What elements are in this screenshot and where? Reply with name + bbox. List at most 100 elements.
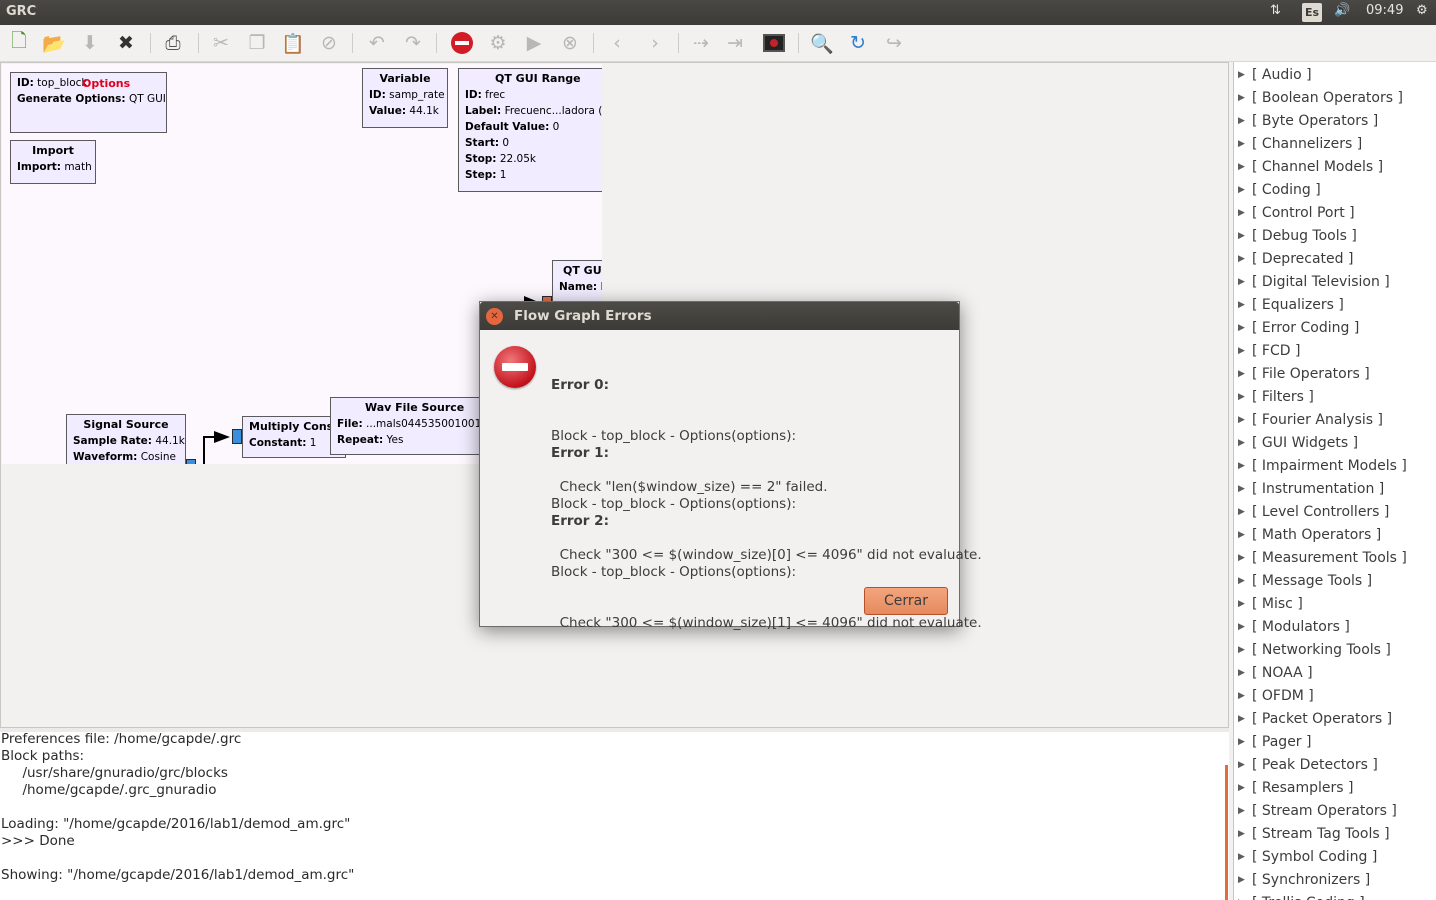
expander-arrow-icon[interactable]: ▶ [1238, 116, 1252, 126]
dialog-titlebar[interactable]: ✕ Flow Graph Errors [480, 302, 959, 330]
expander-arrow-icon[interactable]: ▶ [1238, 852, 1252, 862]
close-icon[interactable]: ✖ [113, 30, 139, 56]
rotate-cw-icon[interactable]: › [642, 30, 668, 56]
rotate-ccw-icon[interactable]: ‹ [604, 30, 630, 56]
tree-category[interactable]: ▶[ Resamplers ] [1238, 776, 1354, 799]
bypass-icon[interactable]: ↪ [881, 30, 907, 56]
expander-arrow-icon[interactable]: ▶ [1238, 530, 1252, 540]
tree-category[interactable]: ▶[ File Operators ] [1238, 362, 1370, 385]
expander-arrow-icon[interactable]: ▶ [1238, 277, 1252, 287]
expander-arrow-icon[interactable]: ▶ [1238, 415, 1252, 425]
expander-arrow-icon[interactable]: ▶ [1238, 783, 1252, 793]
tree-category[interactable]: ▶[ Level Controllers ] [1238, 500, 1389, 523]
expander-arrow-icon[interactable]: ▶ [1238, 875, 1252, 885]
volume-icon[interactable]: 🔊 [1334, 3, 1350, 18]
tree-category[interactable]: ▶[ Control Port ] [1238, 201, 1355, 224]
expander-arrow-icon[interactable]: ▶ [1238, 346, 1252, 356]
expander-arrow-icon[interactable]: ▶ [1238, 622, 1252, 632]
paste-icon[interactable]: 📋 [280, 30, 306, 56]
expander-arrow-icon[interactable]: ▶ [1238, 576, 1252, 586]
expander-arrow-icon[interactable]: ▶ [1238, 760, 1252, 770]
tree-category[interactable]: ▶[ Impairment Models ] [1238, 454, 1407, 477]
undo-icon[interactable]: ↶ [364, 30, 390, 56]
tree-category[interactable]: ▶[ Channel Models ] [1238, 155, 1383, 178]
expander-arrow-icon[interactable]: ▶ [1238, 185, 1252, 195]
tree-category[interactable]: ▶[ Misc ] [1238, 592, 1303, 615]
expander-arrow-icon[interactable]: ▶ [1238, 599, 1252, 609]
screenshot-icon[interactable] [761, 30, 787, 56]
expander-arrow-icon[interactable]: ▶ [1238, 208, 1252, 218]
expander-arrow-icon[interactable]: ▶ [1238, 93, 1252, 103]
expander-arrow-icon[interactable]: ▶ [1238, 438, 1252, 448]
tree-category[interactable]: ▶[ Audio ] [1238, 63, 1312, 86]
delete-icon[interactable]: ⊘ [316, 30, 342, 56]
generate-icon[interactable]: ⚙ [485, 30, 511, 56]
errors-icon[interactable] [449, 30, 475, 56]
tree-category[interactable]: ▶[ Deprecated ] [1238, 247, 1353, 270]
tree-category[interactable]: ▶[ Equalizers ] [1238, 293, 1344, 316]
expander-arrow-icon[interactable]: ▶ [1238, 70, 1252, 80]
expander-arrow-icon[interactable]: ▶ [1238, 806, 1252, 816]
tree-category[interactable]: ▶[ Filters ] [1238, 385, 1314, 408]
clock[interactable]: 09:49 [1366, 3, 1403, 18]
settings-gear-icon[interactable]: ⚙ [1416, 3, 1428, 18]
tree-category[interactable]: ▶[ Channelizers ] [1238, 132, 1362, 155]
expander-arrow-icon[interactable]: ▶ [1238, 254, 1252, 264]
expander-arrow-icon[interactable]: ▶ [1238, 300, 1252, 310]
tree-category[interactable]: ▶[ Instrumentation ] [1238, 477, 1384, 500]
expander-arrow-icon[interactable]: ▶ [1238, 737, 1252, 747]
import-block[interactable]: Import Import: math [10, 140, 96, 184]
expander-arrow-icon[interactable]: ▶ [1238, 507, 1252, 517]
tree-category[interactable]: ▶[ Packet Operators ] [1238, 707, 1392, 730]
expander-arrow-icon[interactable]: ▶ [1238, 829, 1252, 839]
tree-category[interactable]: ▶[ Pager ] [1238, 730, 1311, 753]
expander-arrow-icon[interactable]: ▶ [1238, 323, 1252, 333]
expander-arrow-icon[interactable]: ▶ [1238, 714, 1252, 724]
expander-arrow-icon[interactable]: ▶ [1238, 668, 1252, 678]
keyboard-layout-indicator[interactable]: Es [1302, 3, 1322, 22]
tree-category[interactable]: ▶[ NOAA ] [1238, 661, 1313, 684]
tree-category[interactable]: ▶[ Stream Operators ] [1238, 799, 1397, 822]
wav-file-source-block[interactable]: Wav File Source File: ...mals04453500100… [330, 397, 490, 455]
tree-category[interactable]: ▶[ GUI Widgets ] [1238, 431, 1358, 454]
save-icon[interactable]: ⬇ [77, 30, 103, 56]
tree-category[interactable]: ▶[ Synchronizers ] [1238, 868, 1370, 891]
reload-icon[interactable]: ↻ [845, 30, 871, 56]
input-port[interactable] [232, 429, 242, 444]
enable-icon[interactable]: ⇢ [688, 30, 714, 56]
console-output[interactable]: Preferences file: /home/gcapde/.grc Bloc… [0, 732, 1229, 900]
tree-category[interactable]: ▶[ Coding ] [1238, 178, 1321, 201]
tree-category[interactable]: ▶[ Symbol Coding ] [1238, 845, 1377, 868]
qt-gui-range-block[interactable]: QT GUI Range ID: frec Label: Frecuenc...… [458, 68, 602, 192]
new-icon[interactable]: 🗋 [6, 30, 32, 56]
network-icon[interactable]: ⇅ [1270, 3, 1281, 18]
signal-source-block[interactable]: Signal Source Sample Rate: 44.1k Wavefor… [66, 414, 186, 464]
cerrar-button[interactable]: Cerrar [864, 587, 948, 615]
tree-category[interactable]: ▶[ Boolean Operators ] [1238, 86, 1403, 109]
redo-icon[interactable]: ↷ [400, 30, 426, 56]
tree-category[interactable]: ▶[ Byte Operators ] [1238, 109, 1378, 132]
tree-category[interactable]: ▶[ Networking Tools ] [1238, 638, 1391, 661]
copy-icon[interactable]: ❐ [244, 30, 270, 56]
expander-arrow-icon[interactable]: ▶ [1238, 231, 1252, 241]
options-block[interactable]: Options ID: top_block Generate Options: … [10, 72, 167, 133]
tree-category[interactable]: ▶[ Modulators ] [1238, 615, 1350, 638]
tree-category[interactable]: ▶[ Digital Television ] [1238, 270, 1390, 293]
tree-category[interactable]: ▶[ Trellis Coding ] [1238, 891, 1365, 900]
expander-arrow-icon[interactable]: ▶ [1238, 645, 1252, 655]
expander-arrow-icon[interactable]: ▶ [1238, 553, 1252, 563]
expander-arrow-icon[interactable]: ▶ [1238, 484, 1252, 494]
tree-category[interactable]: ▶[ Measurement Tools ] [1238, 546, 1407, 569]
print-icon[interactable]: ⎙ [160, 30, 186, 56]
tree-category[interactable]: ▶[ Fourier Analysis ] [1238, 408, 1383, 431]
close-icon[interactable]: ✕ [486, 308, 503, 325]
tree-category[interactable]: ▶[ FCD ] [1238, 339, 1300, 362]
variable-block[interactable]: Variable ID: samp_rate Value: 44.1k [362, 68, 448, 128]
find-icon[interactable]: 🔍 [809, 30, 835, 56]
expander-arrow-icon[interactable]: ▶ [1238, 369, 1252, 379]
tree-category[interactable]: ▶[ Math Operators ] [1238, 523, 1381, 546]
kill-icon[interactable]: ⊗ [557, 30, 583, 56]
disable-icon[interactable]: ⇥ [722, 30, 748, 56]
tree-category[interactable]: ▶[ OFDM ] [1238, 684, 1314, 707]
open-icon[interactable]: 📂 [41, 30, 67, 56]
